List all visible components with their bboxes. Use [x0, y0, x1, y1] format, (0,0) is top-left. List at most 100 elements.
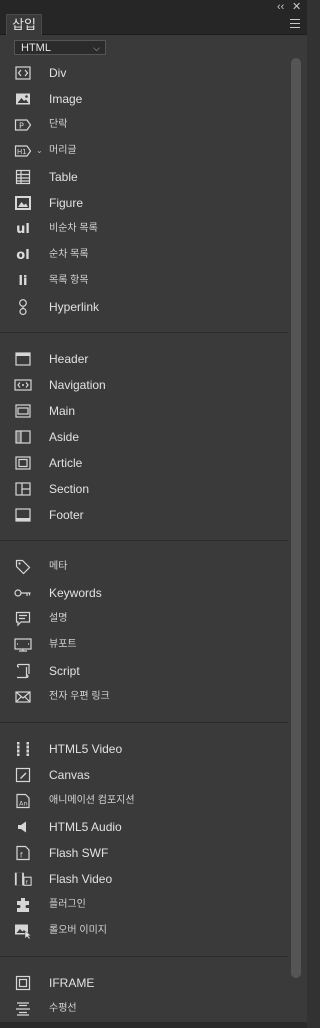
animation-icon: An	[14, 793, 32, 809]
insert-item-label: Image	[49, 92, 83, 106]
insert-item-plugin[interactable]: 플러그인	[0, 892, 288, 918]
panel-menu-icon[interactable]	[290, 19, 300, 28]
insert-item-label: Div	[49, 66, 67, 80]
div-icon	[14, 65, 32, 81]
insert-item-heading[interactable]: H1 ⌄ 머리글	[0, 138, 288, 164]
tab-insert[interactable]: 삽입	[6, 14, 42, 35]
insert-item-label: 목록 항목	[49, 275, 89, 286]
insert-item-label: 전자 우편 링크	[49, 691, 110, 702]
insert-item-rollover[interactable]: 롤오버 이미지	[0, 918, 288, 944]
footer-icon	[14, 507, 32, 523]
insert-item-iframe[interactable]: IFRAME	[0, 970, 288, 996]
panel-bottom-bar	[0, 1022, 307, 1028]
insert-item-label: 단락	[49, 119, 68, 130]
close-icon[interactable]: ✕	[292, 1, 301, 13]
insert-item-animation[interactable]: An 애니메이션 컴포지션	[0, 788, 288, 814]
insert-item-label: Navigation	[49, 378, 106, 392]
panel-top-strip: ‹‹ ✕	[0, 0, 307, 14]
scrollbar[interactable]	[289, 58, 303, 1024]
image-icon	[14, 91, 32, 107]
icon-glyph: ol	[16, 247, 30, 263]
insert-item-label: Aside	[49, 430, 80, 444]
insert-item-label: 수평선	[49, 1003, 77, 1014]
insert-item-article[interactable]: Article	[0, 450, 288, 476]
insert-item-label: 메타	[49, 561, 68, 572]
insert-item-flashvideo[interactable]: f Flash Video	[0, 866, 288, 892]
insert-item-label: Table	[49, 170, 78, 184]
insert-item-hr[interactable]: 수평선	[0, 996, 288, 1022]
insert-item-audio[interactable]: HTML5 Audio	[0, 814, 288, 840]
category-select[interactable]: HTML ⌵	[14, 40, 106, 55]
insert-item-description[interactable]: 설명	[0, 606, 288, 632]
collapse-icon[interactable]: ‹‹	[277, 1, 284, 13]
insert-item-label: 비순차 목록	[49, 223, 98, 234]
plugin-icon	[14, 897, 32, 913]
insert-item-meta[interactable]: 메타	[0, 554, 288, 580]
horizontal-rule-icon	[14, 1001, 32, 1017]
icon-glyph: ul	[16, 221, 30, 237]
chevron-down-icon[interactable]: ⌄	[36, 138, 43, 164]
insert-item-ul[interactable]: ul 비순차 목록	[0, 216, 288, 242]
description-icon	[14, 611, 32, 627]
insert-item-label: HTML5 Audio	[49, 820, 122, 834]
insert-item-label: Flash SWF	[49, 846, 109, 860]
svg-text:P: P	[19, 122, 24, 131]
chevron-down-icon: ⌵	[93, 43, 100, 53]
group-separator	[0, 956, 288, 957]
rollover-image-icon	[14, 923, 32, 939]
flash-video-icon: f	[14, 871, 32, 887]
insert-item-canvas[interactable]: Canvas	[0, 762, 288, 788]
iframe-icon	[14, 975, 32, 991]
flash-swf-icon: f	[14, 845, 32, 861]
insert-panel: HTML ⌵ Div Image P 단락 H1 ⌄ 머리글 Table Figure ul 비순차…	[0, 35, 307, 1028]
insert-item-div[interactable]: Div	[0, 60, 288, 86]
navigation-icon	[14, 377, 32, 393]
insert-item-hyperlink[interactable]: Hyperlink	[0, 294, 288, 320]
insert-item-paragraph[interactable]: P 단락	[0, 112, 288, 138]
table-icon	[14, 169, 32, 185]
insert-item-figure[interactable]: Figure	[0, 190, 288, 216]
insert-item-section[interactable]: Section	[0, 476, 288, 502]
insert-item-viewport[interactable]: 뷰포트	[0, 632, 288, 658]
insert-item-navigation[interactable]: Navigation	[0, 372, 288, 398]
list-item-icon: li	[14, 273, 32, 289]
key-icon	[14, 585, 32, 601]
insert-item-video[interactable]: HTML5 Video	[0, 736, 288, 762]
group-separator	[0, 540, 288, 541]
script-icon	[14, 663, 32, 679]
insert-item-label: 설명	[49, 613, 68, 624]
video-icon	[14, 741, 32, 757]
ordered-list-icon: ol	[14, 247, 32, 263]
canvas-icon	[14, 767, 32, 783]
insert-item-main[interactable]: Main	[0, 398, 288, 424]
header-icon	[14, 351, 32, 367]
email-icon	[14, 689, 32, 705]
insert-item-label: 롤오버 이미지	[49, 925, 107, 936]
insert-item-table[interactable]: Table	[0, 164, 288, 190]
insert-item-label: Keywords	[49, 586, 102, 600]
insert-item-email[interactable]: 전자 우편 링크	[0, 684, 288, 710]
svg-text:H1: H1	[17, 148, 27, 156]
insert-item-aside[interactable]: Aside	[0, 424, 288, 450]
insert-item-label: Footer	[49, 508, 84, 522]
svg-text:f: f	[26, 880, 28, 886]
insert-item-footer[interactable]: Footer	[0, 502, 288, 528]
svg-text:f: f	[20, 852, 23, 860]
insert-item-li[interactable]: li 목록 항목	[0, 268, 288, 294]
category-select-value: HTML	[21, 42, 51, 54]
insert-item-label: HTML5 Video	[49, 742, 123, 756]
insert-item-header[interactable]: Header	[0, 346, 288, 372]
insert-item-ol[interactable]: ol 순차 목록	[0, 242, 288, 268]
insert-item-flashswf[interactable]: f Flash SWF	[0, 840, 288, 866]
insert-item-label: Section	[49, 482, 90, 496]
insert-item-script[interactable]: Script	[0, 658, 288, 684]
insert-item-label: Figure	[49, 196, 84, 210]
icon-glyph: li	[18, 273, 28, 289]
insert-item-keywords[interactable]: Keywords	[0, 580, 288, 606]
svg-text:An: An	[19, 800, 28, 808]
insert-item-label: 뷰포트	[49, 639, 77, 650]
scrollbar-thumb[interactable]	[291, 58, 301, 978]
aside-icon	[14, 429, 32, 445]
insert-item-image[interactable]: Image	[0, 86, 288, 112]
main-icon	[14, 403, 32, 419]
